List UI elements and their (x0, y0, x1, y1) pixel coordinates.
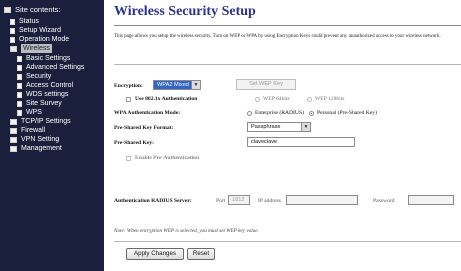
psk-input[interactable]: claveclave (247, 137, 355, 147)
doc-icon (10, 18, 15, 25)
sidebar-item-label: Operation Mode (19, 36, 70, 43)
psk-format-select-value: Passphrase (251, 124, 281, 130)
sidebar-item-label: Access Control (26, 82, 74, 89)
doc-icon (17, 73, 22, 80)
use-8021x-label: Use 802.1x Authentication (135, 96, 198, 102)
reset-button[interactable]: Reset (187, 248, 215, 260)
wep-128bits-radio[interactable] (307, 97, 312, 102)
encryption-select[interactable]: WPA2 Mixed ▼ (153, 80, 201, 90)
doc-icon (17, 55, 22, 62)
doc-icon (17, 100, 22, 107)
main-content: Wireless Security Setup This page allows… (104, 0, 461, 271)
enable-preauth-checkbox[interactable] (126, 156, 131, 161)
wep-64bits-radio[interactable] (255, 97, 260, 102)
folder-open-icon (10, 45, 17, 52)
folder-icon (10, 127, 17, 134)
wep-note: Note: When encryption WEP is selected, y… (114, 228, 259, 234)
page-description: This page allows you setup the wireless … (114, 34, 441, 39)
sidebar-item-wds-settings[interactable]: WDS settings (17, 90, 68, 99)
enterprise-radius-label: Enterprise (RADIUS) (255, 110, 304, 116)
port-label: Port (216, 198, 226, 204)
sidebar-item-access-control[interactable]: Access Control (17, 81, 73, 90)
doc-icon (10, 36, 15, 43)
sidebar-item-site-survey[interactable]: Site Survey (17, 99, 62, 108)
enable-preauth-label: Enable Pre-Authentication (135, 155, 200, 161)
apply-changes-button[interactable]: Apply Changes (126, 248, 184, 260)
sidebar-item-label: WPS (26, 109, 42, 116)
sidebar-item-label: Basic Settings (26, 55, 71, 62)
psk-format-label: Pre-Shared Key Format: (114, 125, 174, 131)
sidebar-item-operation-mode[interactable]: Operation Mode (10, 35, 69, 44)
radius-server-label: Authentication RADIUS Server: (114, 198, 192, 204)
sidebar-item-firewall[interactable]: Firewall (10, 126, 45, 135)
set-wep-key-button[interactable]: Set WEP Key (236, 79, 296, 90)
sidebar-item-label: Wireless (21, 44, 52, 53)
folder-icon (10, 145, 17, 152)
wpa-auth-mode-label: WPA Authentication Mode: (114, 110, 181, 116)
encryption-select-value: WPA2 Mixed (157, 82, 189, 88)
chevron-down-icon: ▼ (191, 81, 200, 89)
password-input[interactable] (408, 195, 454, 205)
sidebar-item-advanced-settings[interactable]: Advanced Settings (17, 63, 84, 72)
page-title: Wireless Security Setup (114, 4, 256, 19)
doc-icon (17, 82, 22, 89)
sidebar-item-status[interactable]: Status (10, 17, 39, 26)
folder-open-icon (4, 6, 11, 13)
sidebar-item-label: Status (19, 18, 39, 25)
wep-64bits-label: WEP 64bits (263, 96, 290, 102)
divider (114, 64, 461, 65)
sidebar-item-label: Security (26, 73, 52, 80)
sidebar-item-label: TCP/IP Settings (21, 118, 71, 125)
sidebar-item-label: Management (21, 145, 62, 152)
doc-icon (17, 91, 22, 98)
doc-icon (10, 27, 15, 34)
wep-128bits-label: WEP 128bits (315, 96, 345, 102)
folder-icon (10, 118, 17, 125)
doc-icon (17, 64, 22, 71)
browser-page: Site contents: Status Setup Wizard Opera… (0, 0, 461, 271)
sidebar-item-basic-settings[interactable]: Basic Settings (17, 54, 70, 63)
sidebar-item-label: Advanced Settings (26, 64, 85, 71)
sidebar-root-label: Site contents: (15, 5, 61, 14)
sidebar-item-label: WDS settings (26, 91, 69, 98)
ip-address-label: IP address (258, 198, 281, 204)
psk-format-select[interactable]: Passphrase ▼ (247, 122, 311, 132)
sidebar-item-label: Firewall (21, 127, 46, 134)
sidebar-item-wireless[interactable]: Wireless (10, 44, 52, 53)
sidebar: Site contents: Status Setup Wizard Opera… (0, 0, 104, 271)
doc-icon (17, 109, 22, 116)
sidebar-item-tcpip-settings[interactable]: TCP/IP Settings (10, 117, 71, 126)
personal-psk-radio[interactable] (309, 111, 314, 116)
sidebar-item-label: VPN Setting (21, 136, 60, 143)
password-label: Password (373, 198, 395, 204)
sidebar-item-label: Setup Wizard (19, 27, 62, 34)
sidebar-item-security[interactable]: Security (17, 72, 51, 81)
psk-label: Pre-Shared Key: (114, 140, 155, 146)
enterprise-radius-radio[interactable] (247, 111, 252, 116)
sidebar-item-management[interactable]: Management (10, 144, 62, 153)
folder-icon (10, 136, 17, 143)
sidebar-item-label: Site Survey (26, 100, 62, 107)
ip-address-input[interactable] (286, 195, 358, 205)
port-input[interactable]: 1812 (228, 195, 250, 205)
sidebar-item-vpn-setting[interactable]: VPN Setting (10, 135, 59, 144)
personal-psk-label: Personal (Pre-Shared Key) (317, 110, 377, 116)
sidebar-root: Site contents: (4, 5, 60, 14)
encryption-label: Encryption: (114, 83, 143, 89)
divider (114, 25, 461, 26)
sidebar-item-wps[interactable]: WPS (17, 108, 42, 117)
use-8021x-checkbox[interactable] (126, 97, 131, 102)
sidebar-item-setup-wizard[interactable]: Setup Wizard (10, 26, 61, 35)
divider (114, 241, 461, 242)
chevron-down-icon: ▼ (301, 123, 310, 131)
